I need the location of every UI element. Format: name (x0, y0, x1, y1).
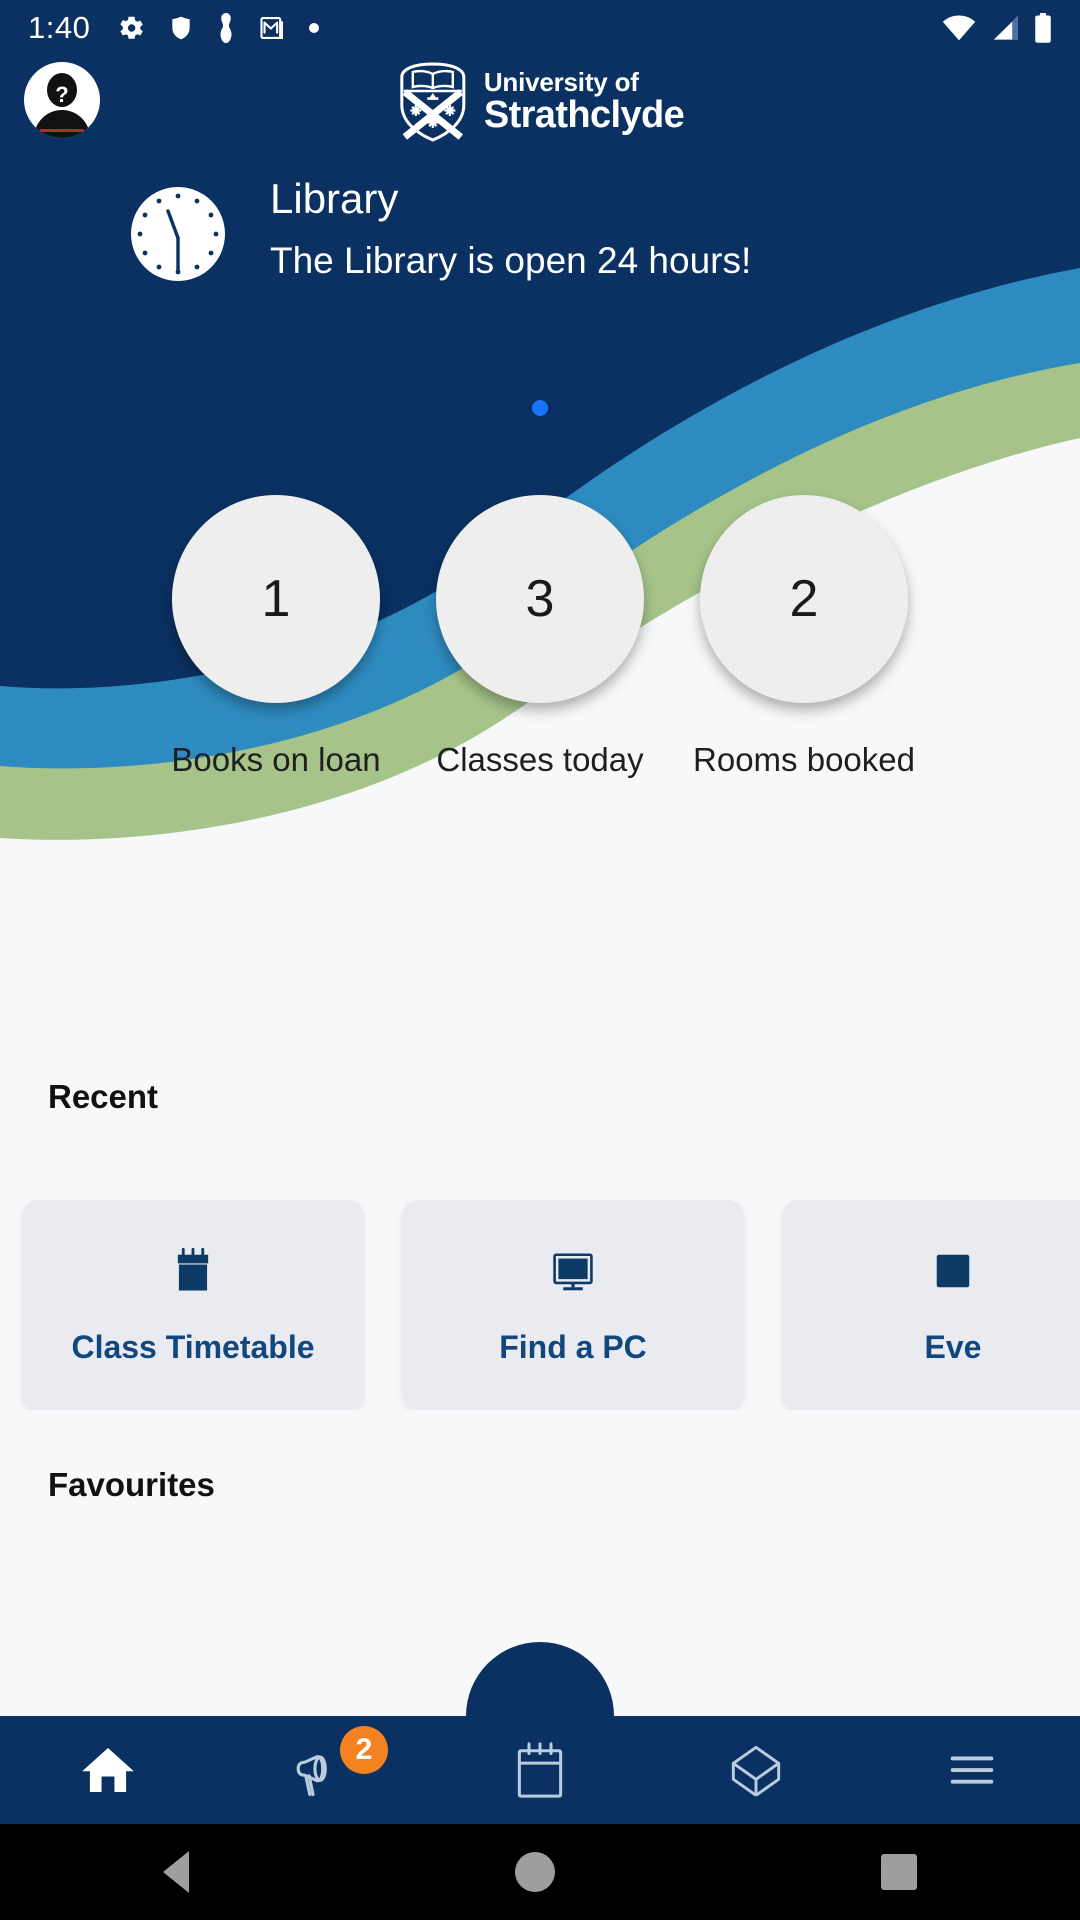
events-icon (936, 1254, 970, 1287)
bottom-navigation-bar: 2 (0, 1716, 1080, 1824)
brand-lockup: University of Strathclyde (396, 61, 685, 143)
nav-item-home[interactable] (0, 1716, 216, 1824)
favourites-section-title: Favourites (48, 1466, 215, 1503)
monitor-icon (553, 1252, 593, 1290)
back-triangle-icon[interactable] (163, 1851, 189, 1893)
stat-label: Classes today (436, 741, 644, 778)
recents-square-icon[interactable] (881, 1854, 917, 1890)
avatar-red-line (40, 129, 84, 132)
stat-circle[interactable]: 1 (172, 495, 380, 703)
calendar-outline-icon (517, 1742, 563, 1798)
wifi-icon (942, 15, 976, 41)
nav-item-study[interactable] (648, 1716, 864, 1824)
stats-row: 1 Books on loan 3 Classes today 2 Rooms … (0, 495, 1080, 779)
avatar-question-mark: ? (55, 82, 69, 107)
stat-value: 1 (261, 570, 291, 628)
graduation-cap-icon (731, 1745, 781, 1797)
battery-icon (1035, 13, 1051, 43)
clock-icon (130, 186, 226, 287)
shield-icon (172, 16, 191, 40)
recent-card-find-a-pc[interactable]: Find a PC (402, 1200, 744, 1410)
recent-card-label: Class Timetable (71, 1328, 315, 1365)
recent-card-row[interactable]: Class Timetable Find a PC Eve (0, 1200, 1080, 1410)
brand-line-1: University of (483, 67, 639, 98)
status-bar-clock: 1:40 (28, 10, 91, 45)
android-system-nav (0, 1824, 1080, 1920)
stat-circle[interactable]: 3 (436, 495, 644, 703)
home-circle-icon[interactable] (515, 1852, 555, 1892)
announcements-badge: 2 (340, 1726, 388, 1774)
carousel-dot-active[interactable] (532, 400, 548, 416)
recent-section-title: Recent (48, 1078, 159, 1115)
stat-value: 2 (789, 570, 819, 628)
stat-value: 3 (525, 570, 555, 628)
stat-rooms-booked[interactable]: 2 Rooms booked (693, 495, 915, 779)
stat-books-on-loan[interactable]: 1 Books on loan (171, 495, 381, 779)
dot-icon (309, 23, 320, 33)
carousel-pager[interactable] (0, 400, 1080, 416)
recent-card-events[interactable]: Eve (782, 1200, 1080, 1410)
hero-title: Library (270, 175, 399, 222)
recent-card-label: Eve (924, 1328, 982, 1365)
gear-icon (120, 16, 144, 39)
stat-label: Rooms booked (693, 741, 915, 778)
android-status-bar: 1:40 (0, 0, 1080, 56)
gmail-icon (260, 17, 284, 39)
avatar-silhouette: ? (24, 62, 100, 138)
calendar-icon (177, 1247, 209, 1290)
stat-classes-today[interactable]: 3 Classes today (436, 495, 644, 779)
brand-line-2: Strathclyde (483, 93, 685, 136)
status-bar-system-icons (942, 13, 1052, 43)
status-bar-notification-icons (116, 13, 320, 43)
home-icon (82, 1748, 134, 1792)
bottom-nav-bump (466, 1642, 614, 1716)
brand-text: University of Strathclyde (483, 67, 685, 136)
hero-text: Library The Library is open 24 hours! (270, 175, 752, 283)
nav-item-calendar[interactable] (432, 1716, 648, 1824)
hamburger-menu-icon (950, 1756, 994, 1784)
stat-circle[interactable]: 2 (700, 495, 908, 703)
nav-item-menu[interactable] (864, 1716, 1080, 1824)
hero-content: Library The Library is open 24 hours! (0, 175, 1080, 287)
key-icon (220, 13, 232, 43)
avatar[interactable]: ? (24, 62, 100, 138)
stat-label: Books on loan (171, 741, 381, 778)
cellular-signal-icon (993, 16, 1018, 40)
avatar-body (34, 110, 90, 138)
app-root: 1:40 ? University of Strathclyde Library… (0, 0, 1080, 1920)
recent-card-class-timetable[interactable]: Class Timetable (22, 1200, 364, 1410)
nav-item-announcements[interactable]: 2 (216, 1716, 432, 1824)
recent-card-label: Find a PC (499, 1328, 647, 1365)
app-header: ? University of Strathclyde (0, 56, 1080, 148)
strathclyde-crest-icon (400, 62, 466, 142)
hero-subtitle: The Library is open 24 hours! (270, 240, 752, 282)
